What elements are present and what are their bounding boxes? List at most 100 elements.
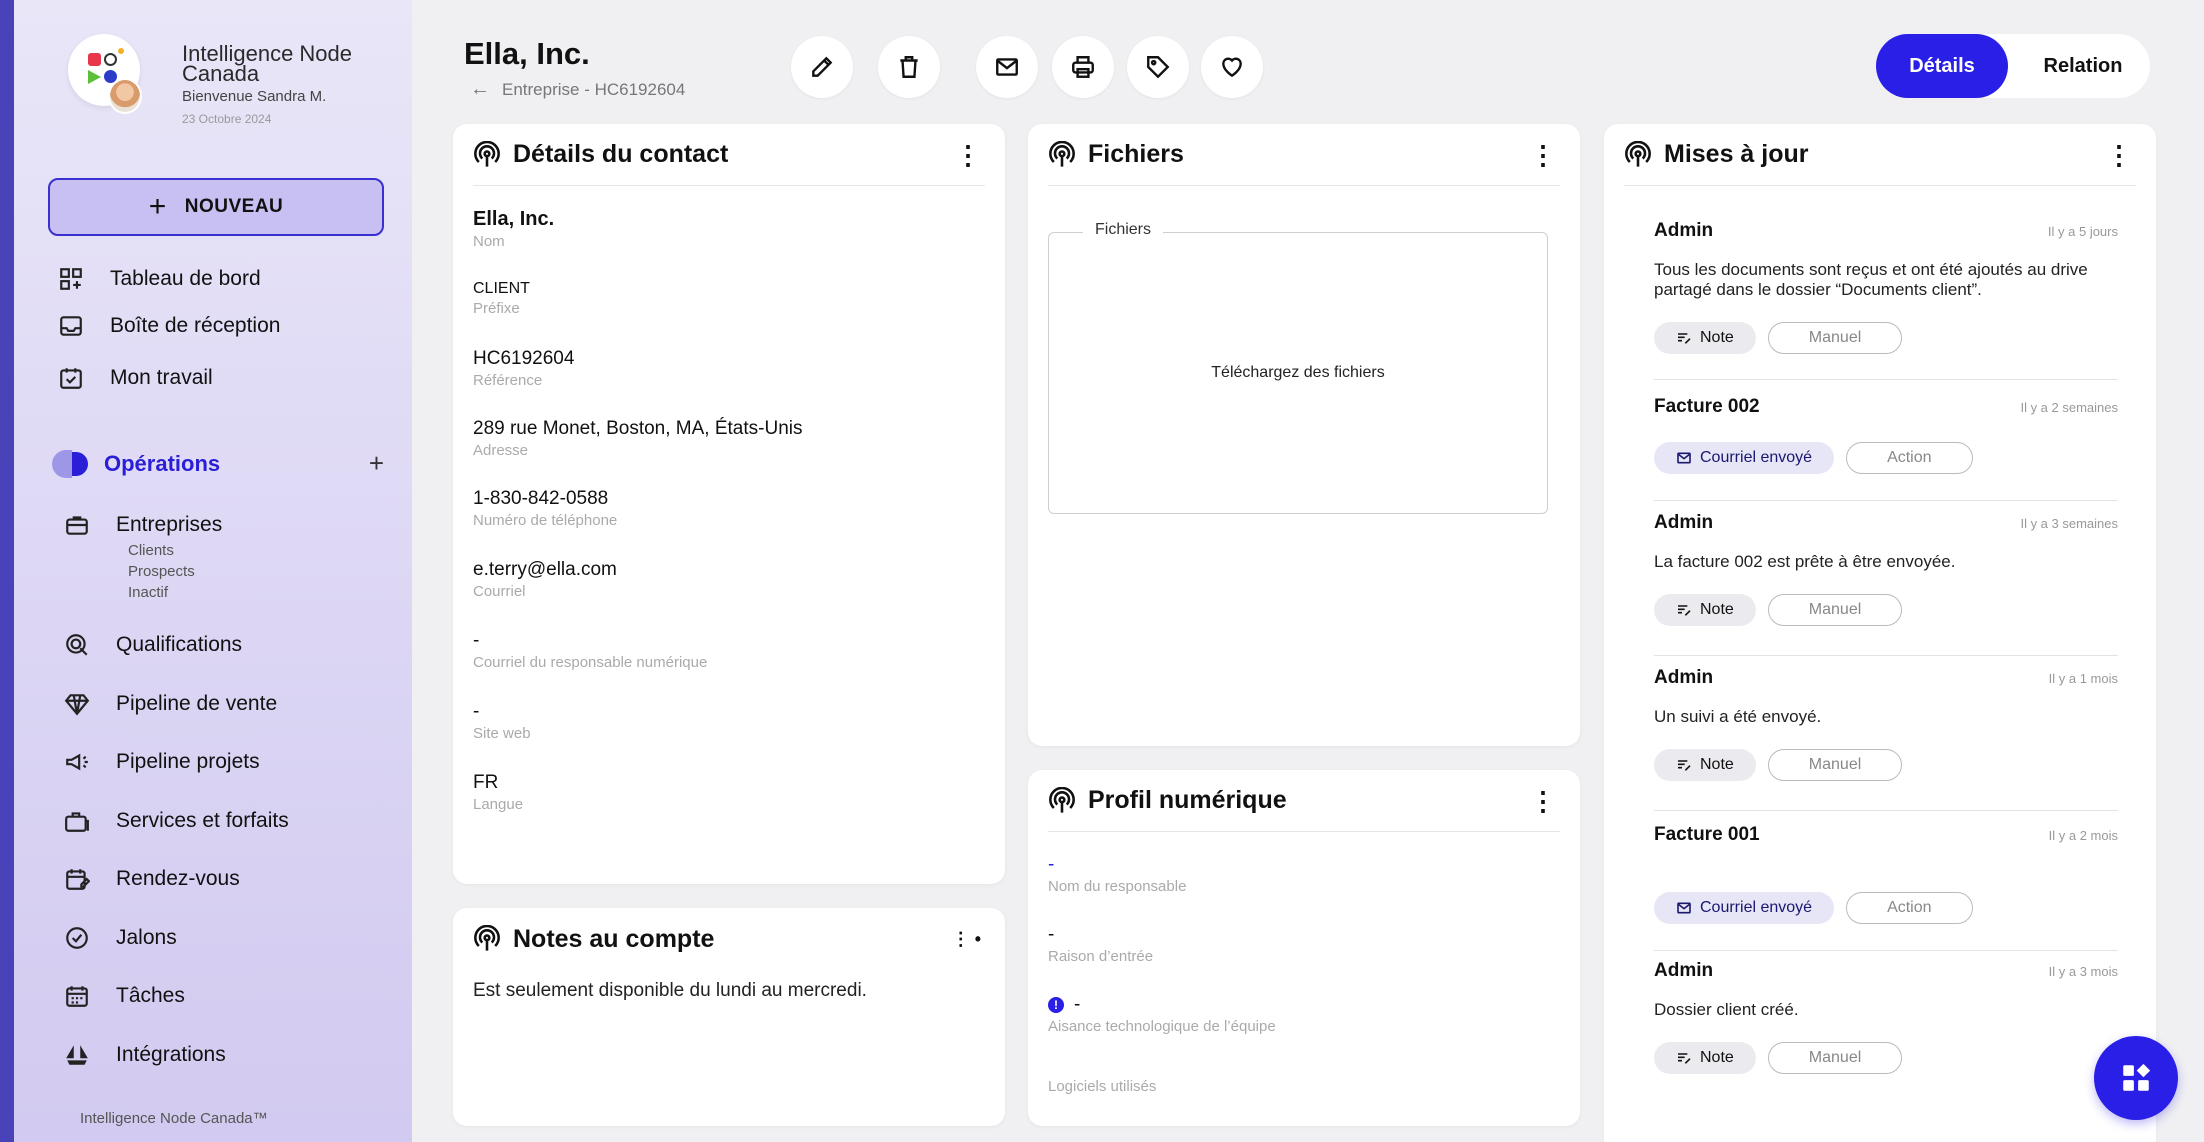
check-circle-icon xyxy=(66,927,88,949)
card-title: Profil numérique xyxy=(1088,786,1287,814)
section-title: Opérations xyxy=(104,450,221,476)
print-button[interactable] xyxy=(1052,36,1114,98)
nav-entreprises[interactable]: Entreprises xyxy=(64,512,222,538)
nav-project-pipeline[interactable]: Pipeline projets xyxy=(64,749,260,775)
more-options-icon[interactable]: ⋮ xyxy=(1526,788,1560,814)
more-options-icon[interactable]: ⋮ xyxy=(2102,142,2136,168)
field-label: Langue xyxy=(473,796,524,813)
nav-label: Qualifications xyxy=(116,633,243,656)
field-value: - xyxy=(473,701,480,722)
new-button[interactable]: + NOUVEAU xyxy=(48,178,384,236)
footer-brand: Intelligence Node Canada™ xyxy=(80,1110,268,1127)
calendar-edit-icon xyxy=(66,869,90,890)
favorite-button[interactable] xyxy=(1201,36,1263,98)
nav-services[interactable]: Services et forfaits xyxy=(64,808,289,834)
divider xyxy=(1654,655,2118,656)
account-notes-card: Notes au compte ⋮ • Est seulement dispon… xyxy=(453,908,1005,1126)
nav-qualifications[interactable]: Qualifications xyxy=(64,632,242,658)
note-tag[interactable]: Note xyxy=(1654,322,1756,354)
field-value: - xyxy=(1048,924,1055,945)
tab-relation[interactable]: Relation xyxy=(2016,34,2150,98)
delete-button[interactable] xyxy=(878,36,940,98)
tag-label: Note xyxy=(1700,329,1734,346)
nav-inbox[interactable]: Boîte de réception xyxy=(58,313,280,339)
manual-tag[interactable]: Manuel xyxy=(1767,322,1903,354)
broadcast-icon xyxy=(1049,140,1075,167)
trash-icon xyxy=(900,56,918,78)
more-options-icon[interactable]: ⋮ xyxy=(951,142,985,168)
broadcast-icon xyxy=(474,925,500,951)
email-sent-tag[interactable]: Courriel envoyé xyxy=(1654,892,1835,924)
back-arrow-icon[interactable]: ← xyxy=(470,78,490,101)
sublink-clients[interactable]: Clients xyxy=(128,540,195,561)
field-label: Adresse xyxy=(473,442,529,459)
update-item: Admin Il y a 1 mois Un suivi a été envoy… xyxy=(1654,667,2118,781)
update-time: Il y a 2 semaines xyxy=(2020,400,2118,415)
printer-icon xyxy=(1072,56,1094,78)
update-item: Facture 001 Il y a 2 mois Courriel envoy… xyxy=(1654,824,2118,924)
pencil-icon xyxy=(812,56,833,77)
qualifications-icon xyxy=(66,634,88,656)
sublink-inactif[interactable]: Inactif xyxy=(128,582,195,603)
tab-details[interactable]: Détails xyxy=(1876,34,2008,98)
avatar[interactable] xyxy=(108,78,142,114)
update-tags: Note Manuel xyxy=(1654,594,2118,626)
diamond-icon xyxy=(64,694,90,716)
field-label: Courriel xyxy=(473,583,526,600)
nav-tasks[interactable]: Tâches xyxy=(64,983,185,1009)
section-operations[interactable]: Opérations + xyxy=(52,448,384,479)
field-address: 289 rue Monet, Boston, MA, États-Unis Ad… xyxy=(473,418,803,459)
field-value[interactable]: e.terry@ella.com xyxy=(473,559,617,581)
email-sent-tag[interactable]: Courriel envoyé xyxy=(1654,442,1835,474)
nav-integrations[interactable]: Intégrations xyxy=(64,1042,226,1068)
field-value-row: ! - xyxy=(1048,994,1276,1016)
widgets-fab-button[interactable] xyxy=(2094,1036,2178,1120)
mail-icon xyxy=(1677,452,1691,464)
view-tabs: Détails Relation xyxy=(1876,34,2150,98)
note-tag[interactable]: Note xyxy=(1654,594,1756,626)
divider xyxy=(1654,810,2118,811)
email-button[interactable] xyxy=(976,36,1038,98)
field-value: HC6192604 xyxy=(473,348,575,369)
briefcase-icon xyxy=(65,812,89,832)
nav-milestones[interactable]: Jalons xyxy=(64,925,177,951)
field-phone: 1-830-842-0588 Numéro de téléphone xyxy=(473,488,617,529)
add-operation-button[interactable]: + xyxy=(369,448,384,479)
update-message: La facture 002 est prête à être envoyée. xyxy=(1654,552,1956,571)
info-icon[interactable]: ! xyxy=(1048,997,1064,1013)
nav-label: Pipeline de vente xyxy=(116,692,278,715)
sublink-prospects[interactable]: Prospects xyxy=(128,561,195,582)
field-value: - xyxy=(1048,854,1055,875)
card-header: Notes au compte ⋮ • xyxy=(473,908,985,970)
manual-tag[interactable]: Manuel xyxy=(1767,749,1903,781)
broadcast-icon xyxy=(474,140,500,167)
more-options-icon[interactable]: ⋮ • xyxy=(948,930,985,948)
files-card: Fichiers ⋮ Fichiers Téléchargez des fich… xyxy=(1028,124,1580,746)
edit-button[interactable] xyxy=(791,36,853,98)
note-tag[interactable]: Note xyxy=(1654,1042,1756,1074)
action-tag[interactable]: Action xyxy=(1846,892,1973,924)
calendar-check-icon xyxy=(60,368,82,389)
welcome-text: Bienvenue Sandra M. xyxy=(182,88,327,105)
broadcast-icon xyxy=(1049,786,1075,813)
manual-tag[interactable]: Manuel xyxy=(1767,1042,1903,1074)
nav-my-work[interactable]: Mon travail xyxy=(58,365,213,391)
nav-sales-pipeline[interactable]: Pipeline de vente xyxy=(64,691,277,717)
tag-button[interactable] xyxy=(1127,36,1189,98)
action-tag[interactable]: Action xyxy=(1846,442,1973,474)
updates-card: Mises à jour ⋮ Admin Il y a 5 jours Tous… xyxy=(1604,124,2156,1142)
nav-label: Pipeline projets xyxy=(116,750,260,773)
nav-dashboard[interactable]: Tableau de bord xyxy=(58,266,261,292)
calendar-icon xyxy=(66,986,88,1007)
note-tag[interactable]: Note xyxy=(1654,749,1756,781)
nav-appointments[interactable]: Rendez-vous xyxy=(64,866,240,892)
manual-tag[interactable]: Manuel xyxy=(1767,594,1903,626)
card-title: Notes au compte xyxy=(513,924,715,953)
file-upload-dropzone[interactable]: Fichiers Téléchargez des fichiers xyxy=(1048,221,1548,514)
card-header: Profil numérique ⋮ xyxy=(1048,770,1560,832)
more-options-icon[interactable]: ⋮ xyxy=(1526,142,1560,168)
field-value: 289 rue Monet, Boston, MA, États-Unis xyxy=(473,418,803,439)
heart-icon xyxy=(1222,57,1242,78)
dashboard-icon xyxy=(60,268,82,290)
broadcast-icon xyxy=(1625,140,1651,167)
